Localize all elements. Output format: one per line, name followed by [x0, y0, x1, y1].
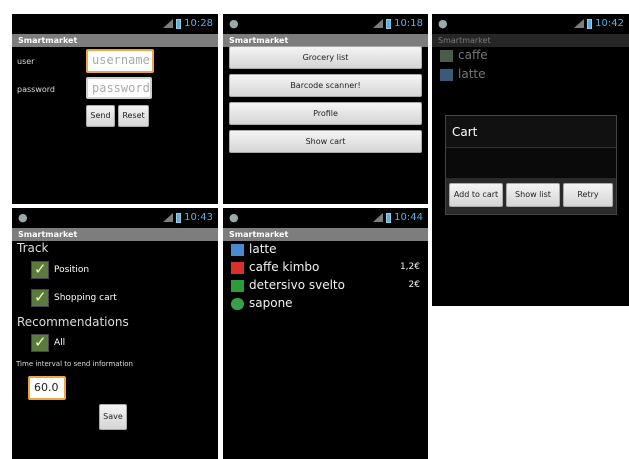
shopping-cart-checkbox[interactable]	[31, 288, 49, 307]
username-input[interactable]: username	[86, 49, 154, 73]
status-time: 10:42	[595, 18, 624, 29]
barcode-scanner-button[interactable]: Barcode scanner!	[229, 74, 422, 97]
app-title-bar: Smartmarket	[432, 34, 629, 47]
milk-icon	[231, 244, 244, 256]
status-time: 10:44	[394, 212, 423, 223]
list-item[interactable]: sapone	[223, 295, 428, 313]
send-button[interactable]: Send	[86, 105, 115, 127]
app-title-bar: Smartmarket	[12, 228, 218, 241]
signal-icon	[373, 19, 384, 28]
recommendations-heading: Recommendations	[17, 315, 129, 329]
shopping-cart-label: Shopping cart	[54, 293, 117, 303]
list-item[interactable]: detersivo svelto 2€	[223, 277, 428, 295]
battery-icon	[386, 212, 392, 223]
reset-button[interactable]: Reset	[118, 105, 149, 127]
position-checkbox[interactable]	[31, 260, 49, 279]
status-time: 10:18	[394, 18, 423, 29]
signal-icon	[373, 213, 384, 222]
milk-icon	[440, 69, 453, 81]
battery-icon	[176, 212, 182, 223]
list-item: latte	[432, 66, 629, 84]
save-button[interactable]: Save	[99, 404, 127, 430]
status-time: 10:28	[184, 18, 213, 29]
list-item[interactable]: latte	[223, 241, 428, 259]
notification-icon: ●	[229, 211, 239, 224]
add-to-cart-button[interactable]: Add to cart	[449, 183, 503, 207]
all-label: All	[54, 338, 66, 348]
show-list-button[interactable]: Show list	[506, 183, 560, 207]
dialog-body	[446, 148, 616, 178]
track-heading: Track	[17, 241, 49, 255]
settings-screen: ● 10:43 Smartmarket Track Position Shopp…	[12, 208, 218, 459]
login-screen: 10:28 Smartmarket user username password…	[12, 14, 218, 204]
signal-icon	[574, 19, 585, 28]
interval-input[interactable]: 60.0	[28, 376, 66, 400]
coffee-pack-icon	[231, 262, 244, 274]
notification-icon: ●	[229, 17, 239, 30]
battery-icon	[386, 18, 392, 29]
signal-icon	[163, 213, 174, 222]
battery-icon	[176, 18, 182, 29]
password-label: password	[17, 85, 55, 94]
retry-button[interactable]: Retry	[563, 183, 613, 207]
position-label: Position	[54, 265, 90, 275]
status-bar: ● 10:43	[12, 208, 218, 228]
signal-icon	[163, 19, 174, 28]
soap-icon	[231, 298, 244, 310]
coffee-pack-icon	[440, 50, 453, 62]
status-bar: ● 10:42	[432, 14, 629, 34]
notification-icon: ●	[438, 17, 448, 30]
app-title-bar: Smartmarket	[223, 228, 428, 241]
grocery-list-button[interactable]: Grocery list	[229, 46, 422, 69]
list-item: caffe	[432, 47, 629, 65]
app-title-bar: Smartmarket	[12, 34, 218, 47]
product-list-screen: ● 10:44 Smartmarket latte caffe kimbo 1,…	[223, 208, 428, 459]
dialog-title: Cart	[452, 125, 478, 139]
status-time: 10:43	[184, 212, 213, 223]
password-input[interactable]: password	[86, 77, 152, 99]
cart-dialog-screen: ● 10:42 Smartmarket caffe latte Cart Add…	[432, 14, 629, 306]
profile-button[interactable]: Profile	[229, 102, 422, 125]
interval-label: Time interval to send information	[16, 360, 133, 368]
user-label: user	[17, 57, 35, 66]
detergent-icon	[231, 280, 244, 292]
status-bar: ● 10:18	[223, 14, 428, 34]
status-bar: 10:28	[12, 14, 218, 34]
notification-icon: ●	[18, 211, 28, 224]
show-cart-button[interactable]: Show cart	[229, 130, 422, 153]
list-item[interactable]: caffe kimbo 1,2€	[223, 259, 428, 277]
battery-icon	[587, 18, 593, 29]
all-checkbox[interactable]	[31, 333, 49, 352]
cart-dialog: Cart Add to cart Show list Retry	[445, 115, 617, 215]
status-bar: ● 10:44	[223, 208, 428, 228]
menu-screen: ● 10:18 Smartmarket Grocery list Barcode…	[223, 14, 428, 204]
